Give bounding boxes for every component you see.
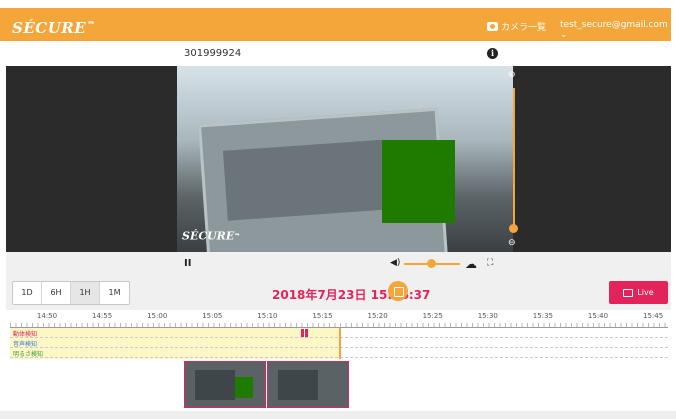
device-display xyxy=(222,139,388,221)
live-label: Live xyxy=(637,288,654,297)
zoom-out-icon[interactable]: ⊖ xyxy=(508,238,518,248)
timeline-tick-label: 14:55 xyxy=(92,312,113,320)
video-player[interactable]: SÉCUREᆿ ⊕ ⊖ xyxy=(6,66,671,252)
playhead-cursor[interactable] xyxy=(339,328,341,359)
timeline-tick-label: 15:45 xyxy=(643,312,664,320)
event-timeline[interactable]: 14:50 14:55 15:00 15:05 15:10 15:15 15:20 15:25… xyxy=(10,312,668,359)
watermark-text: SÉCURE xyxy=(182,229,235,243)
timeline-tick-label: 15:40 xyxy=(587,312,609,320)
thumbnail-device xyxy=(278,370,318,400)
user-menu[interactable]: test_secure@gmail.com ⌄ xyxy=(560,20,671,40)
bottom-bar xyxy=(0,411,676,419)
video-watermark-logo: SÉCUREᆿ xyxy=(182,228,240,243)
cloud-download-icon[interactable]: ☁ xyxy=(465,257,477,271)
range-button-1h[interactable]: 1H xyxy=(71,282,100,304)
timeline-tick-label: 15:30 xyxy=(477,312,498,320)
timeline-tick-label: 15:25 xyxy=(422,312,443,320)
timeline-tick-label: 15:05 xyxy=(202,312,223,320)
volume-slider-handle[interactable] xyxy=(427,259,436,268)
thumbnail-1[interactable] xyxy=(184,361,266,408)
player-controls: II ◀) ☁ ⛶ xyxy=(6,252,671,276)
timeline-tick-label: 15:15 xyxy=(312,312,333,320)
page: SÉCUREᆿ カメラ一覧 test_secure@gmail.com ⌄ 30… xyxy=(0,0,676,419)
timeline-tick-label: 14:50 xyxy=(36,312,58,320)
live-button[interactable]: Live xyxy=(609,281,668,304)
range-toolbar: 1D 6H 1H 1M 2018年7月23日 15:16:37 Live xyxy=(6,276,671,310)
range-button-1m[interactable]: 1M xyxy=(100,282,129,304)
zoom-slider-track[interactable] xyxy=(513,88,515,228)
camera-list-link[interactable]: カメラ一覧 xyxy=(487,20,546,33)
camera-id-row: 301999924 i xyxy=(0,41,671,66)
watermark-mark: ᆿ xyxy=(234,230,240,237)
range-button-1d[interactable]: 1D xyxy=(13,282,42,304)
info-icon[interactable]: i xyxy=(487,48,498,59)
lane-label-motion: 動体検知 xyxy=(13,331,38,338)
motion-event-marker[interactable] xyxy=(301,329,308,337)
camera-icon xyxy=(487,22,498,31)
zoom-slider-handle[interactable] xyxy=(509,224,518,233)
live-icon xyxy=(623,288,634,297)
lane-label-brightness: 明るさ検知 xyxy=(13,351,44,358)
range-button-6h[interactable]: 6H xyxy=(42,282,71,304)
zoom-in-icon[interactable]: ⊕ xyxy=(508,70,518,80)
timeline-tick-label: 15:35 xyxy=(532,312,553,320)
video-frame: SÉCUREᆿ xyxy=(177,66,513,252)
logo-mark: ᆿ xyxy=(87,15,96,25)
thumbnail-strip xyxy=(10,361,668,409)
top-bar: SÉCUREᆿ カメラ一覧 test_secure@gmail.com ⌄ xyxy=(0,8,671,41)
timeline-tick-label: 15:10 xyxy=(257,312,278,320)
privacy-mask xyxy=(382,140,455,223)
logo-text: SÉCURE xyxy=(12,19,87,37)
timeline-tick-label: 15:20 xyxy=(367,312,388,320)
volume-icon[interactable]: ◀) xyxy=(390,258,400,268)
camera-id: 301999924 xyxy=(184,48,242,59)
fullscreen-icon[interactable]: ⛶ xyxy=(487,258,493,268)
thumbnail-2[interactable] xyxy=(267,361,349,408)
lane-label-audio: 音声検知 xyxy=(13,341,38,348)
app-logo[interactable]: SÉCUREᆿ xyxy=(12,15,95,37)
timeline-tick-label: 15:00 xyxy=(147,312,168,320)
pause-button[interactable]: II xyxy=(184,258,191,269)
calendar-icon[interactable] xyxy=(388,281,408,301)
range-button-group: 1D 6H 1H 1M xyxy=(12,281,130,305)
thumbnail-device xyxy=(195,370,235,400)
thumbnail-mask xyxy=(235,377,253,398)
camera-list-label: カメラ一覧 xyxy=(501,23,547,33)
